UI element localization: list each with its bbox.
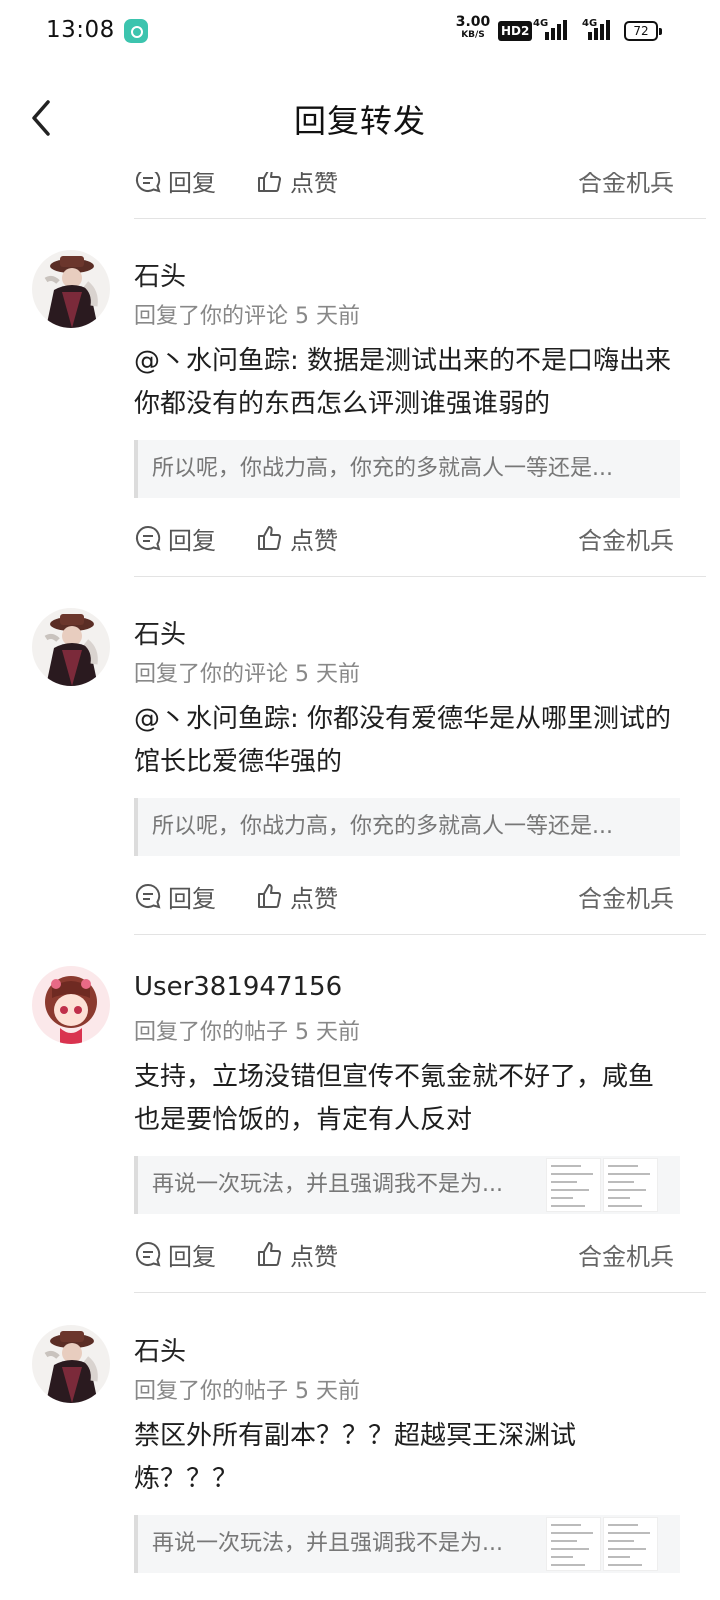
reply-button[interactable]: 回复 — [134, 1234, 216, 1274]
thumbnail-image — [546, 1517, 601, 1571]
app-notification-icon — [124, 19, 148, 43]
reply-meta: 回复了你的帖子 5 天前 — [134, 1379, 360, 1404]
source-link[interactable]: 合金机兵 — [578, 1593, 674, 1600]
thumbnail-image — [603, 1517, 658, 1571]
like-label: 点赞 — [290, 526, 338, 555]
action-row: 回复 点赞 合金机兵 — [134, 1593, 674, 1600]
reply-text[interactable]: @丶水问鱼踪: 数据是测试出来的不是口嗨出来你都没有的东西怎么评测谁强谁弱的 — [134, 340, 674, 426]
divider — [134, 218, 706, 219]
like-button[interactable]: 点赞 — [256, 1234, 338, 1274]
battery-icon: 72 — [624, 21, 662, 41]
reply-meta: 回复了你的评论 5 天前 — [134, 662, 360, 687]
reply-item[interactable]: 石头回复了你的评论 5 天前 @丶水问鱼踪: 你都没有爱德华是从哪里测试的馆长比爱… — [0, 608, 720, 938]
status-time: 13:08 — [46, 17, 115, 43]
reply-label: 回复 — [168, 1242, 216, 1271]
reply-text[interactable]: 禁区外所有副本？？？超越冥王深渊试炼？？？ — [134, 1415, 674, 1501]
quoted-content[interactable]: 所以呢，你战力高，你充的多就高人一等还是... — [134, 440, 680, 498]
action-row: 回复 点赞 合金机兵 — [134, 518, 674, 558]
quoted-thumbnails — [546, 1158, 658, 1212]
avatar[interactable] — [32, 608, 110, 686]
thumbnail-image — [546, 1158, 601, 1212]
reply-icon — [136, 883, 161, 909]
quoted-text: 所以呢，你战力高，你充的多就高人一等还是... — [152, 456, 613, 481]
network-speed: 3.00 KB/S — [455, 14, 491, 41]
hd-voice-icon: HD2 — [498, 21, 533, 41]
quoted-content[interactable]: 再说一次玩法，并且强调我不是为... — [134, 1515, 680, 1573]
thumbs-up-icon — [258, 1242, 282, 1266]
quoted-content[interactable]: 所以呢，你战力高，你充的多就高人一等还是... — [134, 798, 680, 856]
reply-text[interactable]: 支持，立场没错但宣传不氪金就不好了，咸鱼也是要恰饭的，肯定有人反对 — [134, 1056, 674, 1142]
network-speed-value: 3.00 — [455, 14, 491, 30]
user-name[interactable]: User381947156 — [134, 972, 342, 1002]
quoted-thumbnails — [546, 1517, 658, 1571]
like-label: 点赞 — [290, 1242, 338, 1271]
reply-label: 回复 — [168, 1596, 216, 1600]
source-link[interactable]: 合金机兵 — [578, 518, 674, 558]
avatar[interactable] — [32, 1325, 110, 1403]
quoted-text: 再说一次玩法，并且强调我不是为... — [152, 1172, 503, 1197]
quoted-text: 再说一次玩法，并且强调我不是为... — [152, 1531, 503, 1556]
avatar[interactable] — [32, 966, 110, 1044]
divider — [134, 934, 706, 935]
top-bar: 回复转发 — [0, 62, 720, 172]
source-link[interactable]: 合金机兵 — [578, 876, 674, 916]
like-label: 点赞 — [290, 1596, 338, 1600]
reply-icon — [136, 525, 161, 551]
reply-meta: 回复了你的评论 5 天前 — [134, 304, 360, 329]
divider — [134, 576, 706, 577]
reply-label: 回复 — [168, 884, 216, 913]
reply-icon — [136, 1241, 161, 1267]
reply-text[interactable]: @丶水问鱼踪: 你都没有爱德华是从哪里测试的馆长比爱德华强的 — [134, 698, 674, 784]
avatar[interactable] — [32, 250, 110, 328]
user-name[interactable]: 石头 — [134, 1331, 186, 1368]
like-button[interactable]: 点赞 — [256, 518, 338, 558]
thumbnail-image — [603, 1158, 658, 1212]
reply-item[interactable]: User381947156 回复了你的帖子 5 天前支持，立场没错但宣传不氪金就不… — [0, 966, 720, 1296]
source-link[interactable]: 合金机兵 — [578, 1234, 674, 1274]
user-name[interactable]: 石头 — [134, 256, 186, 293]
like-button[interactable]: 点赞 — [256, 876, 338, 916]
signal-icon: 4G — [533, 18, 573, 42]
action-row: 回复 点赞 合金机兵 — [134, 1234, 674, 1274]
quoted-content[interactable]: 再说一次玩法，并且强调我不是为... — [134, 1156, 680, 1214]
reply-button[interactable]: 回复 — [134, 1593, 216, 1600]
divider — [134, 1292, 706, 1293]
network-speed-unit: KB/S — [461, 30, 485, 40]
quoted-text: 所以呢，你战力高，你充的多就高人一等还是... — [152, 814, 613, 839]
user-name[interactable]: 石头 — [134, 614, 186, 651]
status-bar: 13:08 3.00 KB/S HD2 4G 4G 72 — [0, 0, 720, 62]
like-label: 点赞 — [290, 884, 338, 913]
reply-item[interactable]: 石头回复了你的评论 5 天前 @丶水问鱼踪: 数据是测试出来的不是口嗨出来你都没有… — [0, 250, 720, 580]
like-button[interactable]: 点赞 — [256, 1593, 338, 1600]
thumbs-up-icon — [258, 526, 282, 550]
signal-icon-2: 4G — [582, 18, 622, 42]
reply-label: 回复 — [168, 526, 216, 555]
action-row: 回复 点赞 合金机兵 — [134, 876, 674, 916]
thumbs-up-icon — [258, 884, 282, 908]
signal-label: 4G — [533, 18, 549, 29]
reply-feed[interactable]: 回复 点赞 合金机兵 石头 回复了你的评论 5 天前 @丶水问鱼踪: 数据是测试出来… — [0, 150, 720, 1600]
reply-button[interactable]: 回复 — [134, 518, 216, 558]
reply-button[interactable]: 回复 — [134, 876, 216, 916]
reply-meta: 回复了你的帖子 5 天前 — [134, 1020, 360, 1045]
page-title: 回复转发 — [293, 102, 426, 140]
reply-item[interactable]: 石头回复了你的帖子 5 天前禁区外所有副本？？？超越冥王深渊试炼？？？ 再说一次玩… — [0, 1325, 720, 1600]
